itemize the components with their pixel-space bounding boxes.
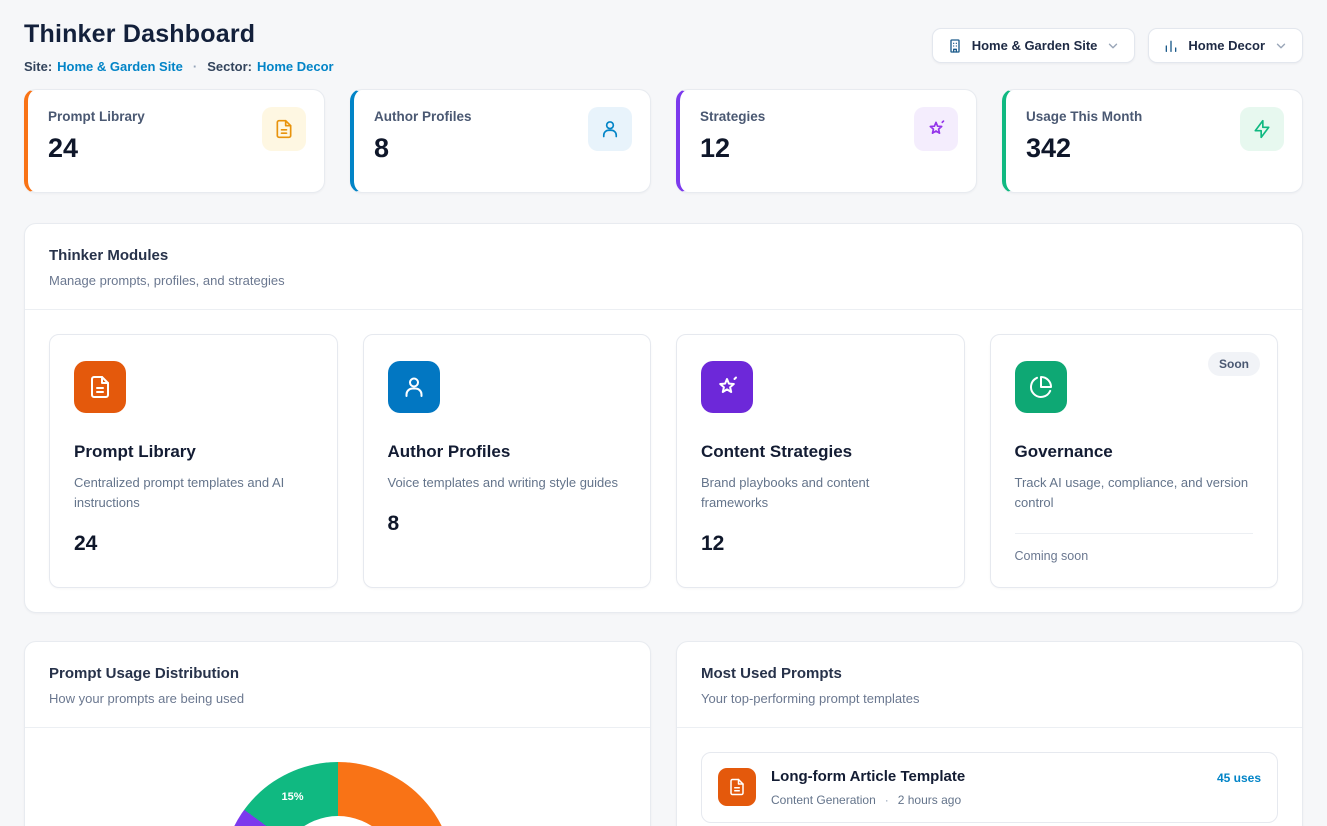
user-icon [588, 107, 632, 151]
module-count: 8 [388, 512, 627, 536]
user-icon [388, 361, 440, 413]
modules-title: Thinker Modules [49, 247, 1278, 264]
module-card-author-profiles[interactable]: Author Profiles Voice templates and writ… [363, 334, 652, 588]
modules-grid: Prompt Library Centralized prompt templa… [25, 310, 1302, 612]
sector-label: Sector: [207, 59, 252, 74]
sparkle-star-icon [914, 107, 958, 151]
site-label: Site: [24, 59, 52, 74]
modules-header: Thinker Modules Manage prompts, profiles… [25, 224, 1302, 309]
header-selectors: Home & Garden Site Home Decor [932, 28, 1303, 63]
prompt-item-category: Content Generation [771, 793, 876, 807]
module-count: 12 [701, 532, 940, 556]
prompt-item-uses-badge: 45 uses [1217, 771, 1261, 785]
sector-link[interactable]: Home Decor [257, 59, 334, 74]
module-card-governance[interactable]: Soon Governance Track AI usage, complian… [990, 334, 1279, 588]
usage-donut: 15% [222, 762, 454, 826]
site-selector-label: Home & Garden Site [972, 38, 1098, 53]
module-title: Content Strategies [701, 442, 940, 462]
module-title: Prompt Library [74, 442, 313, 462]
module-description: Brand playbooks and content frameworks [701, 473, 940, 513]
stat-card-strategies: Strategies 12 [676, 89, 977, 193]
module-description: Voice templates and writing style guides [388, 473, 627, 493]
document-icon [74, 361, 126, 413]
breadcrumb: Site: Home & Garden Site · Sector: Home … [24, 59, 334, 74]
donut-chart-area: 15% [25, 728, 650, 826]
site-link[interactable]: Home & Garden Site [57, 59, 183, 74]
sector-selector-label: Home Decor [1188, 38, 1265, 53]
bottom-row: Prompt Usage Distribution How your promp… [24, 641, 1303, 826]
soon-badge: Soon [1208, 352, 1260, 376]
stats-row: Prompt Library 24 Author Profiles 8 Stra… [24, 89, 1303, 193]
coming-soon-label: Coming soon [1015, 533, 1254, 563]
most-used-prompts-panel: Most Used Prompts Your top-performing pr… [676, 641, 1303, 826]
document-icon [262, 107, 306, 151]
prompts-panel-subtitle: Your top-performing prompt templates [701, 691, 1278, 706]
usage-panel-header: Prompt Usage Distribution How your promp… [25, 642, 650, 727]
pie-chart-icon [1015, 361, 1067, 413]
prompt-item-meta: Content Generation · 2 hours ago [771, 793, 1202, 807]
prompt-list-item[interactable]: Long-form Article Template Content Gener… [701, 752, 1278, 823]
prompt-item-time: 2 hours ago [898, 793, 961, 807]
usage-panel-subtitle: How your prompts are being used [49, 691, 626, 706]
prompt-item-body: Long-form Article Template Content Gener… [771, 768, 1202, 807]
module-card-prompt-library[interactable]: Prompt Library Centralized prompt templa… [49, 334, 338, 588]
divider [677, 727, 1302, 728]
separator-dot: · [885, 793, 889, 807]
building-icon [947, 38, 963, 54]
module-count: 24 [74, 532, 313, 556]
site-selector[interactable]: Home & Garden Site [932, 28, 1136, 63]
top-bar: Thinker Dashboard Site: Home & Garden Si… [24, 20, 1303, 74]
dashboard-page: Thinker Dashboard Site: Home & Garden Si… [0, 0, 1327, 826]
module-card-content-strategies[interactable]: Content Strategies Brand playbooks and c… [676, 334, 965, 588]
stat-card-prompt-library: Prompt Library 24 [24, 89, 325, 193]
usage-panel-title: Prompt Usage Distribution [49, 665, 626, 682]
prompt-item-title: Long-form Article Template [771, 768, 1202, 785]
page-title: Thinker Dashboard [24, 20, 334, 49]
sparkle-star-icon [701, 361, 753, 413]
bar-chart-icon [1163, 38, 1179, 54]
separator-dot: · [193, 59, 197, 74]
chevron-down-icon [1106, 39, 1120, 53]
modules-subtitle: Manage prompts, profiles, and strategies [49, 273, 1278, 288]
module-title: Author Profiles [388, 442, 627, 462]
module-description: Track AI usage, compliance, and version … [1015, 473, 1254, 513]
thinker-modules-panel: Thinker Modules Manage prompts, profiles… [24, 223, 1303, 613]
sector-selector[interactable]: Home Decor [1148, 28, 1303, 63]
lightning-icon [1240, 107, 1284, 151]
stat-card-author-profiles: Author Profiles 8 [350, 89, 651, 193]
prompts-panel-title: Most Used Prompts [701, 665, 1278, 682]
stat-card-usage: Usage This Month 342 [1002, 89, 1303, 193]
usage-distribution-panel: Prompt Usage Distribution How your promp… [24, 641, 651, 826]
donut-segment-label: 15% [282, 791, 304, 803]
title-block: Thinker Dashboard Site: Home & Garden Si… [24, 20, 334, 74]
document-icon [718, 768, 756, 806]
chevron-down-icon [1274, 39, 1288, 53]
prompts-panel-header: Most Used Prompts Your top-performing pr… [677, 642, 1302, 727]
module-description: Centralized prompt templates and AI inst… [74, 473, 313, 513]
module-title: Governance [1015, 442, 1254, 462]
